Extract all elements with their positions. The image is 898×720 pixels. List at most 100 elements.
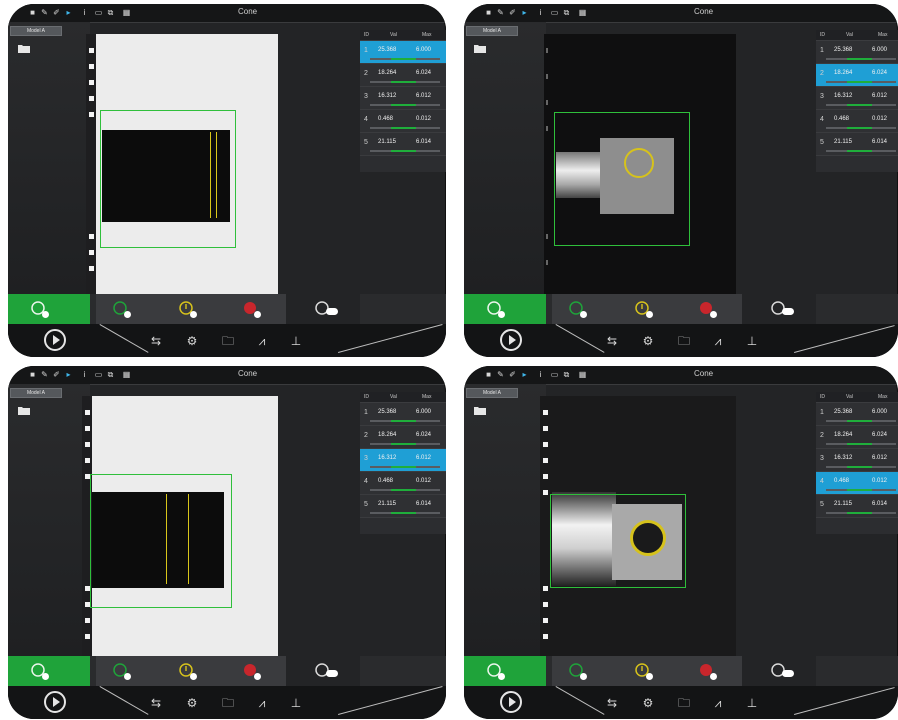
tool-row[interactable]: 5 21.115 6.014 [816, 133, 898, 156]
model-chip[interactable]: Model A [10, 388, 62, 398]
folder-icon[interactable] [18, 44, 30, 53]
pen-icon[interactable]: ✎ [496, 8, 505, 17]
copy-icon[interactable]: ⧉ [106, 370, 115, 379]
home-icon[interactable]: ■ [484, 8, 493, 17]
cursor-icon[interactable]: ▸ [64, 8, 73, 17]
tool-row[interactable]: 4 0.468 0.012 [360, 472, 446, 495]
window-icon[interactable]: ▭ [550, 8, 559, 17]
tool-row[interactable]: 5 21.115 6.014 [360, 495, 446, 518]
open-folder-icon[interactable]: 🗀 [676, 333, 692, 349]
model-chip[interactable]: Model A [10, 26, 62, 36]
open-folder-icon[interactable]: 🗀 [220, 333, 236, 349]
roi-box[interactable] [554, 112, 690, 246]
tool-row[interactable]: 3 16.312 6.012 [816, 87, 898, 110]
grid-icon[interactable]: ▦ [122, 370, 131, 379]
home-icon[interactable]: ■ [484, 370, 493, 379]
pen-icon[interactable]: ✎ [496, 370, 505, 379]
camera-settings[interactable] [286, 294, 360, 324]
network-icon[interactable]: ⊥ [288, 695, 304, 711]
window-icon[interactable]: ▭ [550, 370, 559, 379]
camera-settings[interactable] [286, 656, 360, 686]
network-icon[interactable]: ⊥ [288, 333, 304, 349]
tool-row[interactable]: 4 0.468 0.012 [360, 110, 446, 133]
swap-icon[interactable]: ⇆ [604, 695, 620, 711]
folder-icon[interactable] [18, 406, 30, 415]
camera-viewer[interactable] [544, 34, 736, 294]
pen-icon[interactable]: ✎ [40, 370, 49, 379]
open-folder-icon[interactable]: 🗀 [220, 695, 236, 711]
tool-row[interactable]: 2 18.264 6.024 [360, 64, 446, 87]
gear-icon[interactable]: ⚙ [184, 333, 200, 349]
pen-icon[interactable]: ✎ [40, 8, 49, 17]
home-icon[interactable]: ■ [28, 8, 37, 17]
tool-row[interactable]: 4 0.468 0.012 [816, 472, 898, 495]
roi-box[interactable] [100, 110, 236, 248]
model-chip[interactable]: Model A [466, 26, 518, 36]
tool-row[interactable]: 5 21.115 6.014 [816, 495, 898, 518]
brush-icon[interactable]: ✐ [52, 8, 61, 17]
tool-row[interactable]: 2 18.264 6.024 [360, 426, 446, 449]
grid-icon[interactable]: ▦ [578, 8, 587, 17]
info-icon[interactable]: i [536, 8, 545, 17]
grid-icon[interactable]: ▦ [122, 8, 131, 17]
tool-row[interactable]: 2 18.264 6.024 [816, 426, 898, 449]
cursor-icon[interactable]: ▸ [64, 370, 73, 379]
swap-icon[interactable]: ⇆ [604, 333, 620, 349]
tool-row[interactable]: 1 25.368 6.000 [360, 403, 446, 426]
window-icon[interactable]: ▭ [94, 370, 103, 379]
camera-viewer[interactable] [82, 396, 278, 656]
swap-icon[interactable]: ⇆ [148, 695, 164, 711]
copy-icon[interactable]: ⧉ [106, 8, 115, 17]
play-icon[interactable] [44, 329, 66, 351]
window-icon[interactable]: ▭ [94, 8, 103, 17]
info-icon[interactable]: i [536, 370, 545, 379]
grid-icon[interactable]: ▦ [578, 370, 587, 379]
camera-viewer[interactable] [86, 34, 278, 294]
play-icon[interactable] [500, 691, 522, 713]
tool-row[interactable]: 3 16.312 6.012 [360, 449, 446, 472]
pass-status[interactable] [464, 294, 546, 324]
brush-icon[interactable]: ✐ [52, 370, 61, 379]
signal-icon[interactable]: ⩘ [254, 333, 270, 349]
tool-row[interactable]: 1 25.368 6.000 [816, 403, 898, 426]
model-chip[interactable]: Model A [466, 388, 518, 398]
open-folder-icon[interactable]: 🗀 [676, 695, 692, 711]
brush-icon[interactable]: ✐ [508, 8, 517, 17]
tool-row[interactable]: 1 25.368 6.000 [360, 41, 446, 64]
folder-icon[interactable] [474, 44, 486, 53]
signal-icon[interactable]: ⩘ [254, 695, 270, 711]
tool-row[interactable]: 3 16.312 6.012 [360, 87, 446, 110]
signal-icon[interactable]: ⩘ [710, 695, 726, 711]
cursor-icon[interactable]: ▸ [520, 370, 529, 379]
network-icon[interactable]: ⊥ [744, 695, 760, 711]
tool-row[interactable]: 3 16.312 6.012 [816, 449, 898, 472]
tool-row[interactable]: 1 25.368 6.000 [816, 41, 898, 64]
camera-settings[interactable] [742, 294, 816, 324]
info-icon[interactable]: i [80, 8, 89, 17]
copy-icon[interactable]: ⧉ [562, 8, 571, 17]
pass-status[interactable] [464, 656, 546, 686]
cursor-icon[interactable]: ▸ [520, 8, 529, 17]
roi-box[interactable] [550, 494, 686, 588]
pass-status[interactable] [8, 294, 90, 324]
roi-box[interactable] [90, 474, 232, 608]
info-icon[interactable]: i [80, 370, 89, 379]
tool-row[interactable]: 5 21.115 6.014 [360, 133, 446, 156]
tool-row[interactable]: 4 0.468 0.012 [816, 110, 898, 133]
signal-icon[interactable]: ⩘ [710, 333, 726, 349]
play-icon[interactable] [500, 329, 522, 351]
home-icon[interactable]: ■ [28, 370, 37, 379]
gear-icon[interactable]: ⚙ [640, 333, 656, 349]
copy-icon[interactable]: ⧉ [562, 370, 571, 379]
folder-icon[interactable] [474, 406, 486, 415]
camera-settings[interactable] [742, 656, 816, 686]
gear-icon[interactable]: ⚙ [184, 695, 200, 711]
swap-icon[interactable]: ⇆ [148, 333, 164, 349]
network-icon[interactable]: ⊥ [744, 333, 760, 349]
gear-icon[interactable]: ⚙ [640, 695, 656, 711]
play-icon[interactable] [44, 691, 66, 713]
pass-status[interactable] [8, 656, 90, 686]
brush-icon[interactable]: ✐ [508, 370, 517, 379]
camera-viewer[interactable] [540, 396, 736, 656]
tool-row[interactable]: 2 18.264 6.024 [816, 64, 898, 87]
